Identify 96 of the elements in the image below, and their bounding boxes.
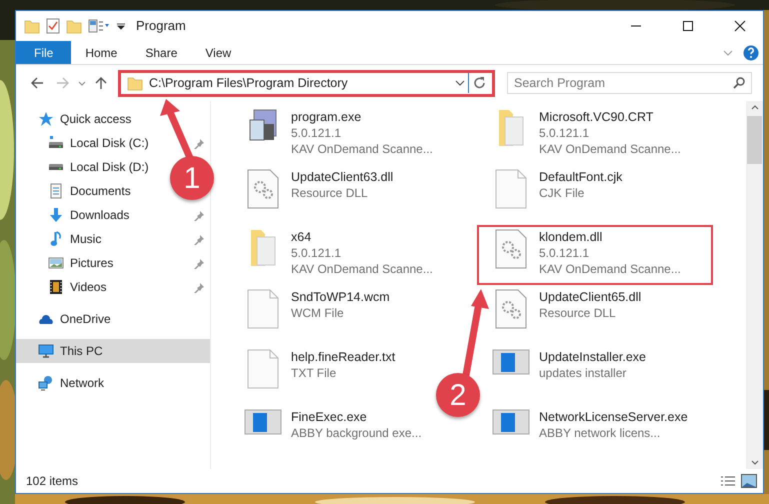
monitor-icon <box>38 344 54 358</box>
app-window-icon <box>244 409 282 435</box>
folder-icon[interactable] <box>24 18 40 34</box>
file-detail: KAV OnDemand Scanne... <box>539 141 681 157</box>
blank-file-icon <box>247 349 279 389</box>
file-detail: ABBY network licens... <box>539 425 660 441</box>
maximize-icon <box>682 20 694 32</box>
back-icon <box>30 76 44 90</box>
file-name[interactable]: help.fineReader.txt <box>291 349 396 365</box>
gears-file-icon <box>247 169 279 209</box>
file-name[interactable]: klondem.dll <box>539 229 602 245</box>
file-name[interactable]: FineExec.exe <box>291 409 367 425</box>
sidebar-item[interactable]: Videos <box>16 275 110 299</box>
file-detail: TXT File <box>291 365 336 381</box>
scroll-up-icon <box>750 105 758 110</box>
film-icon <box>49 279 63 295</box>
sidebar-item[interactable]: Music <box>16 227 106 251</box>
address-path: C:\Program Files\Program Directory <box>148 74 349 92</box>
image-icon <box>48 257 64 269</box>
network-icon <box>38 375 54 391</box>
file-detail: updates installer <box>539 365 626 381</box>
file-detail: 5.0.121.1 <box>539 125 590 141</box>
file-name[interactable]: UpdateClient65.dll <box>539 289 642 305</box>
close-icon <box>734 20 746 32</box>
sidebar-item[interactable]: Downloads <box>16 203 134 227</box>
sidebar-item[interactable]: This PC <box>16 339 210 363</box>
gears-file-icon <box>495 289 527 329</box>
scroll-thumb[interactable] <box>747 116 762 164</box>
file-name[interactable]: SndToWP14.wcm <box>291 289 390 305</box>
ribbon-tab[interactable]: Share <box>131 41 192 64</box>
file-detail: KAV OnDemand Scanne... <box>291 261 433 277</box>
blank-file-icon <box>247 289 279 329</box>
search-icon <box>733 77 745 89</box>
file-detail: 5.0.121.1 <box>291 125 342 141</box>
properties-icon[interactable] <box>88 18 110 34</box>
file-name[interactable]: UpdateInstaller.exe <box>539 349 646 365</box>
pin-icon[interactable] <box>193 258 204 268</box>
folder-icon[interactable] <box>66 18 82 34</box>
sidebar-item[interactable]: Pictures <box>16 251 118 275</box>
large-icons-view-icon[interactable] <box>741 474 757 488</box>
file-name[interactable]: program.exe <box>291 109 362 125</box>
file-name[interactable]: UpdateClient63.dll <box>291 169 394 185</box>
sidebar-item[interactable]: Quick access <box>16 107 136 131</box>
search-box[interactable]: Search Program <box>507 72 752 94</box>
file-detail: ABBY background exe... <box>291 425 422 441</box>
drive-icon <box>48 135 64 151</box>
app-window-icon <box>492 349 530 375</box>
sidebar-item[interactable]: OneDrive <box>16 307 115 331</box>
music-note-icon <box>50 231 62 247</box>
exe-file-icon <box>249 109 277 141</box>
file-name[interactable]: DefaultFont.cjk <box>539 169 622 185</box>
up-icon <box>94 76 108 90</box>
star-icon <box>38 111 54 127</box>
file-detail: Resource DLL <box>291 185 368 201</box>
chevron-icon[interactable] <box>723 50 733 56</box>
status-text: 102 items <box>26 473 78 490</box>
document-icon <box>50 183 62 199</box>
drive-icon <box>48 163 64 171</box>
pin-icon[interactable] <box>193 210 204 220</box>
file-detail: KAV OnDemand Scanne... <box>539 261 681 277</box>
blank-file-icon <box>495 169 527 209</box>
address-bar[interactable]: C:\Program Files\Program Directory <box>118 70 495 96</box>
app-window-icon <box>492 409 530 435</box>
file-detail: 5.0.121.1 <box>291 245 342 261</box>
download-icon <box>48 207 64 223</box>
file-name[interactable]: x64 <box>291 229 312 245</box>
checklist-icon[interactable] <box>46 18 60 34</box>
file-detail: KAV OnDemand Scanne... <box>291 141 433 157</box>
pin-icon[interactable] <box>193 138 204 148</box>
scroll-down-icon <box>750 460 758 465</box>
folder-icon <box>250 229 276 267</box>
sidebar-item[interactable]: Documents <box>16 179 135 203</box>
forward-icon <box>56 76 70 90</box>
cloud-icon <box>38 314 54 324</box>
file-menu-button[interactable]: File <box>16 41 72 64</box>
ribbon-tab[interactable]: View <box>191 41 246 64</box>
sidebar-item[interactable]: Local Disk (D:) <box>16 155 153 179</box>
window-title: Program <box>136 17 186 36</box>
help-icon[interactable] <box>743 45 759 61</box>
sidebar-item[interactable]: Local Disk (C:) <box>16 131 153 155</box>
file-detail: Resource DLL <box>539 305 616 321</box>
pin-icon[interactable] <box>193 234 204 244</box>
gears-file-icon <box>495 229 527 269</box>
file-name[interactable]: Microsoft.VC90.CRT <box>539 109 654 125</box>
scrollbar[interactable] <box>746 101 763 469</box>
details-view-icon[interactable] <box>721 476 735 486</box>
pin-icon[interactable] <box>193 282 204 292</box>
sidebar-item[interactable]: Network <box>16 371 108 395</box>
ribbon-tab[interactable]: Home <box>71 41 132 64</box>
file-detail: WCM File <box>291 305 344 321</box>
file-detail: 5.0.121.1 <box>539 245 590 261</box>
dropdown-icon[interactable] <box>455 80 465 86</box>
folder-icon <box>127 75 143 91</box>
file-name[interactable]: NetworkLicenseServer.exe <box>539 409 688 425</box>
folder-icon <box>498 109 524 147</box>
file-detail: CJK File <box>539 185 584 201</box>
